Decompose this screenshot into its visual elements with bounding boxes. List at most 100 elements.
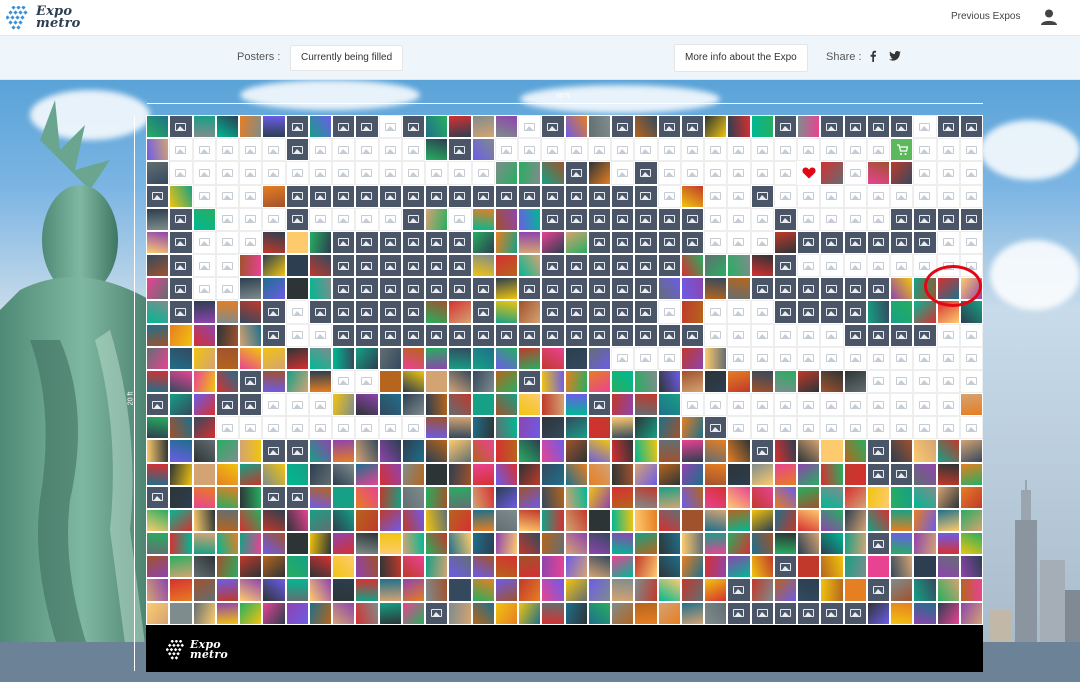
poster-thumbnail[interactable] [541,161,565,185]
poster-thumbnail[interactable] [936,485,960,509]
previous-expos-link[interactable]: Previous Expos [951,11,1020,22]
empty-poster-slot[interactable] [866,323,890,347]
poster-thumbnail[interactable] [239,532,263,556]
poster-thumbnail[interactable] [448,346,472,370]
poster-thumbnail[interactable] [564,416,588,440]
poster-thumbnail[interactable] [913,300,937,324]
empty-poster-slot[interactable] [355,254,379,278]
empty-poster-slot[interactable] [425,230,449,255]
poster-thumbnail[interactable] [657,555,681,579]
empty-poster-slot[interactable] [518,369,542,394]
empty-poster-slot[interactable] [332,300,356,324]
poster-thumbnail[interactable] [680,254,704,278]
empty-poster-slot[interactable] [750,416,774,440]
poster-thumbnail[interactable] [587,555,611,579]
empty-poster-slot[interactable] [773,115,797,139]
empty-poster-slot[interactable] [890,393,914,417]
empty-poster-slot[interactable] [448,207,472,231]
empty-poster-slot[interactable] [378,138,402,162]
poster-thumbnail[interactable] [657,508,681,533]
poster-thumbnail[interactable] [262,254,286,278]
empty-poster-slot[interactable] [750,323,774,347]
poster-thumbnail[interactable] [308,508,332,533]
empty-poster-slot[interactable] [680,323,704,347]
poster-thumbnail[interactable] [378,601,402,625]
poster-thumbnail[interactable] [541,601,565,625]
empty-poster-slot[interactable] [401,115,425,139]
poster-thumbnail[interactable] [611,393,635,417]
poster-thumbnail[interactable] [820,578,844,602]
empty-poster-slot[interactable] [773,323,797,347]
empty-poster-slot[interactable] [401,138,425,162]
poster-thumbnail[interactable] [890,601,914,625]
poster-thumbnail[interactable] [959,393,983,417]
poster-thumbnail[interactable] [587,601,611,625]
poster-thumbnail[interactable] [494,508,518,533]
empty-poster-slot[interactable] [215,254,239,278]
poster-thumbnail[interactable] [820,485,844,509]
poster-thumbnail[interactable] [308,115,332,139]
empty-poster-slot[interactable] [611,161,635,185]
empty-poster-slot[interactable] [704,207,728,231]
empty-poster-slot[interactable] [611,230,635,255]
empty-poster-slot[interactable] [843,300,867,324]
empty-poster-slot[interactable] [843,601,867,625]
poster-thumbnail[interactable] [797,578,821,602]
poster-thumbnail[interactable] [959,485,983,509]
poster-thumbnail[interactable] [494,485,518,509]
poster-thumbnail[interactable] [494,601,518,625]
empty-poster-slot[interactable] [425,601,449,625]
poster-thumbnail[interactable] [518,508,542,533]
poster-thumbnail[interactable] [959,508,983,533]
empty-poster-slot[interactable] [634,138,658,162]
poster-thumbnail[interactable] [518,555,542,579]
empty-poster-slot[interactable] [959,416,983,440]
poster-thumbnail[interactable] [913,439,937,463]
poster-thumbnail[interactable] [401,578,425,602]
poster-thumbnail[interactable] [401,601,425,625]
poster-thumbnail[interactable] [425,439,449,463]
poster-thumbnail[interactable] [401,508,425,533]
empty-poster-slot[interactable] [518,115,542,139]
empty-poster-slot[interactable] [401,323,425,347]
poster-thumbnail[interactable] [239,439,263,463]
poster-thumbnail[interactable] [494,277,518,301]
poster-thumbnail[interactable] [704,369,728,394]
empty-poster-slot[interactable] [564,254,588,278]
poster-thumbnail[interactable] [262,578,286,602]
poster-thumbnail[interactable] [704,532,728,556]
poster-thumbnail[interactable] [471,254,495,278]
empty-poster-slot[interactable] [913,138,937,162]
empty-poster-slot[interactable] [890,462,914,486]
poster-thumbnail[interactable] [448,508,472,533]
empty-poster-slot[interactable] [308,138,332,162]
poster-thumbnail[interactable] [215,601,239,625]
poster-thumbnail[interactable] [634,485,658,509]
poster-thumbnail[interactable] [773,578,797,602]
empty-poster-slot[interactable] [657,300,681,324]
empty-poster-slot[interactable] [541,300,565,324]
poster-thumbnail[interactable] [169,462,193,486]
poster-thumbnail[interactable] [518,393,542,417]
poster-thumbnail[interactable] [564,555,588,579]
empty-poster-slot[interactable] [913,207,937,231]
empty-poster-slot[interactable] [866,277,890,301]
empty-poster-slot[interactable] [448,254,472,278]
poster-thumbnail[interactable] [959,555,983,579]
poster-thumbnail[interactable] [913,462,937,486]
poster-thumbnail[interactable] [425,346,449,370]
empty-poster-slot[interactable] [285,115,309,139]
poster-thumbnail[interactable] [262,601,286,625]
empty-poster-slot[interactable] [727,416,751,440]
poster-thumbnail[interactable] [680,508,704,533]
poster-thumbnail[interactable] [866,161,890,185]
empty-poster-slot[interactable] [727,300,751,324]
empty-poster-slot[interactable] [401,300,425,324]
poster-thumbnail[interactable] [308,578,332,602]
poster-thumbnail[interactable] [936,439,960,463]
poster-thumbnail[interactable] [657,416,681,440]
empty-poster-slot[interactable] [680,161,704,185]
poster-thumbnail[interactable] [866,555,890,579]
empty-poster-slot[interactable] [797,416,821,440]
poster-thumbnail[interactable] [704,254,728,278]
